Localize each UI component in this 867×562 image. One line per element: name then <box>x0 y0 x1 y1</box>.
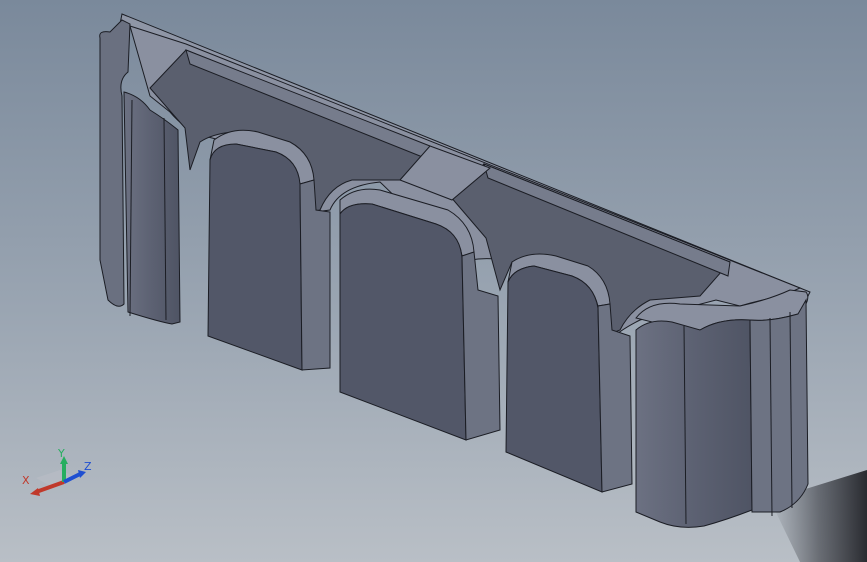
part-model[interactable] <box>0 0 867 562</box>
y-axis-label: Y <box>57 448 65 460</box>
tab-3-face <box>505 265 603 493</box>
left-end-face <box>123 91 181 325</box>
z-axis-label: Z <box>84 460 92 473</box>
tab-2-side <box>461 251 501 441</box>
right-end-face <box>635 319 753 528</box>
x-axis-label: X <box>22 474 30 487</box>
tab-3-side <box>597 303 633 493</box>
reference-triad: X Y Z <box>18 447 98 508</box>
tab-1-face <box>207 143 303 371</box>
right-end-side <box>749 298 809 513</box>
graphics-viewport[interactable]: X Y Z <box>0 0 867 562</box>
tab-2-face <box>339 203 467 441</box>
